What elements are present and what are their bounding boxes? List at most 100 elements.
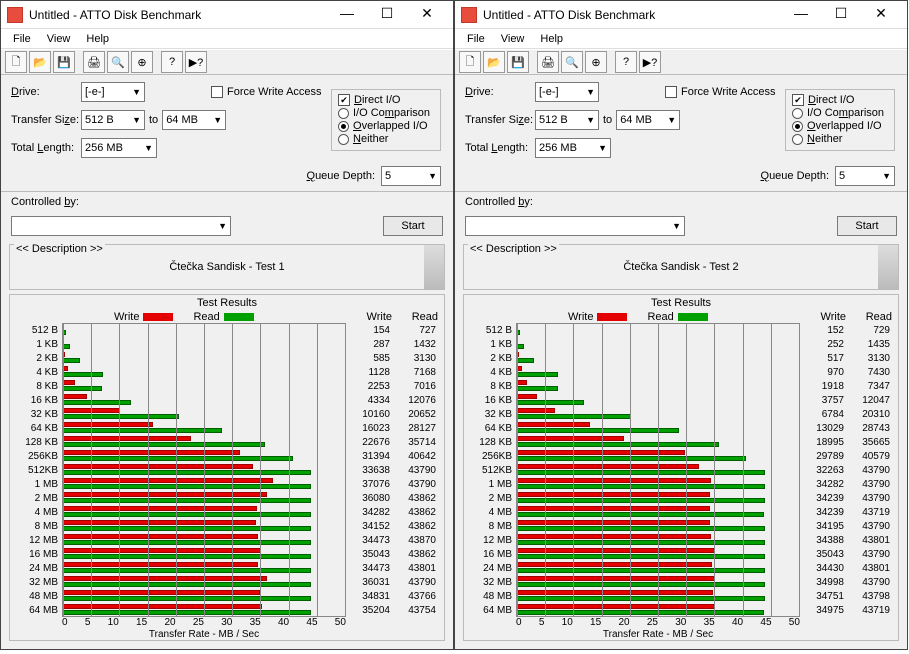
save-icon[interactable]: 💾	[507, 51, 529, 73]
window-title: Untitled - ATTO Disk Benchmark	[29, 8, 327, 22]
window-1: Untitled - ATTO Disk Benchmark — ☐ ✕ Fil…	[454, 0, 908, 650]
close-button[interactable]: ✕	[861, 5, 901, 25]
radio-io-comparison[interactable]: I/O Comparison	[338, 107, 434, 119]
write-value: 29789	[800, 451, 846, 462]
read-value: 43790	[846, 577, 892, 588]
minimize-button[interactable]: —	[327, 5, 367, 25]
print-preview-icon[interactable]: 🔍	[107, 51, 129, 73]
x-axis-label: Transfer Rate - MB / Sec	[516, 629, 800, 640]
row-label: 2 MB	[10, 493, 62, 504]
row-label: 16 KB	[10, 395, 62, 406]
minimize-button[interactable]: —	[781, 5, 821, 25]
drive-select[interactable]: [-e-]▼	[81, 82, 145, 102]
total-length-select[interactable]: 256 MB▼	[535, 138, 611, 158]
controlled-by-select[interactable]: ▼	[465, 216, 685, 236]
read-value: 7347	[846, 381, 892, 392]
print-icon[interactable]: 🖨	[83, 51, 105, 73]
read-value: 7430	[846, 367, 892, 378]
about-icon[interactable]: ?	[615, 51, 637, 73]
row-label: 16 MB	[464, 549, 516, 560]
start-button[interactable]: Start	[383, 216, 443, 236]
zoom-icon[interactable]: ⊕	[131, 51, 153, 73]
open-icon[interactable]: 📂	[483, 51, 505, 73]
read-value: 7016	[392, 381, 438, 392]
menu-view[interactable]: View	[41, 31, 77, 47]
new-icon[interactable]: 🗋	[459, 51, 481, 73]
write-value: 35204	[346, 605, 392, 616]
print-preview-icon[interactable]: 🔍	[561, 51, 583, 73]
read-value: 43719	[846, 605, 892, 616]
direct-io-checkbox[interactable]: ✔ Direct I/O	[792, 94, 888, 106]
zoom-icon[interactable]: ⊕	[585, 51, 607, 73]
write-value: 35043	[800, 549, 846, 560]
controlled-by-label: Controlled by:	[465, 196, 533, 208]
chart-0: 512 B 154 727 1 KB 287 1432 2 KB 585 313…	[10, 323, 444, 617]
new-icon[interactable]: 🗋	[5, 51, 27, 73]
maximize-button[interactable]: ☐	[367, 5, 407, 25]
read-value: 35665	[846, 437, 892, 448]
row-label: 2 KB	[10, 353, 62, 364]
write-value: 2253	[346, 381, 392, 392]
read-value: 43766	[392, 591, 438, 602]
direct-io-checkbox[interactable]: ✔ Direct I/O	[338, 94, 434, 106]
scrollbar[interactable]	[424, 245, 444, 289]
read-value: 43754	[392, 605, 438, 616]
menu-help[interactable]: Help	[80, 31, 115, 47]
radio-io-comparison[interactable]: I/O Comparison	[792, 107, 888, 119]
row-label: 64 MB	[464, 605, 516, 616]
start-button[interactable]: Start	[837, 216, 897, 236]
save-icon[interactable]: 💾	[53, 51, 75, 73]
queue-depth-select[interactable]: 5▼	[381, 166, 441, 186]
force-write-checkbox[interactable]: Force Write Access	[665, 86, 785, 98]
close-button[interactable]: ✕	[407, 5, 447, 25]
results-panel: Test Results Write Read Write Read 512 B	[9, 294, 445, 641]
description-value: Čtečka Sandisk - Test 2	[464, 261, 898, 273]
write-value: 287	[346, 339, 392, 350]
open-icon[interactable]: 📂	[29, 51, 51, 73]
about-icon[interactable]: ?	[161, 51, 183, 73]
size-from-select[interactable]: 512 B▼	[535, 110, 599, 130]
total-length-select[interactable]: 256 MB▼	[81, 138, 157, 158]
write-value: 34430	[800, 563, 846, 574]
read-value: 35714	[392, 437, 438, 448]
window-0: Untitled - ATTO Disk Benchmark — ☐ ✕ Fil…	[0, 0, 454, 650]
force-write-checkbox[interactable]: Force Write Access	[211, 86, 331, 98]
write-value: 34388	[800, 535, 846, 546]
transfer-size-label: Transfer Size:	[11, 114, 81, 126]
controlled-by-select[interactable]: ▼	[11, 216, 231, 236]
menu-file[interactable]: File	[7, 31, 37, 47]
size-from-select[interactable]: 512 B▼	[81, 110, 145, 130]
drive-select[interactable]: [-e-]▼	[535, 82, 599, 102]
radio-neither[interactable]: Neither	[792, 133, 888, 145]
context-help-icon[interactable]: ▶?	[639, 51, 661, 73]
queue-depth-select[interactable]: 5▼	[835, 166, 895, 186]
radio-neither[interactable]: Neither	[338, 133, 434, 145]
read-value: 43862	[392, 549, 438, 560]
radio-overlapped-io[interactable]: Overlapped I/O	[338, 120, 434, 132]
read-value: 3130	[846, 353, 892, 364]
maximize-button[interactable]: ☐	[821, 5, 861, 25]
size-to-select[interactable]: 64 MB▼	[616, 110, 680, 130]
print-icon[interactable]: 🖨	[537, 51, 559, 73]
size-to-select[interactable]: 64 MB▼	[162, 110, 226, 130]
row-label: 4 KB	[10, 367, 62, 378]
write-value: 970	[800, 367, 846, 378]
read-value: 43862	[392, 507, 438, 518]
context-help-icon[interactable]: ▶?	[185, 51, 207, 73]
menu-file[interactable]: File	[461, 31, 491, 47]
radio-overlapped-io[interactable]: Overlapped I/O	[792, 120, 888, 132]
row-label: 512KB	[464, 465, 516, 476]
read-value: 12076	[392, 395, 438, 406]
write-value: 34282	[800, 479, 846, 490]
menu-view[interactable]: View	[495, 31, 531, 47]
row-label: 512KB	[10, 465, 62, 476]
row-label: 4 KB	[464, 367, 516, 378]
legend-write-label: Write	[114, 311, 139, 323]
checkbox-icon: ✔	[792, 94, 804, 106]
menu-help[interactable]: Help	[534, 31, 569, 47]
write-value: 1918	[800, 381, 846, 392]
read-value: 28743	[846, 423, 892, 434]
menubar: File View Help	[455, 29, 907, 49]
scrollbar[interactable]	[878, 245, 898, 289]
results-title: Test Results	[464, 297, 898, 309]
